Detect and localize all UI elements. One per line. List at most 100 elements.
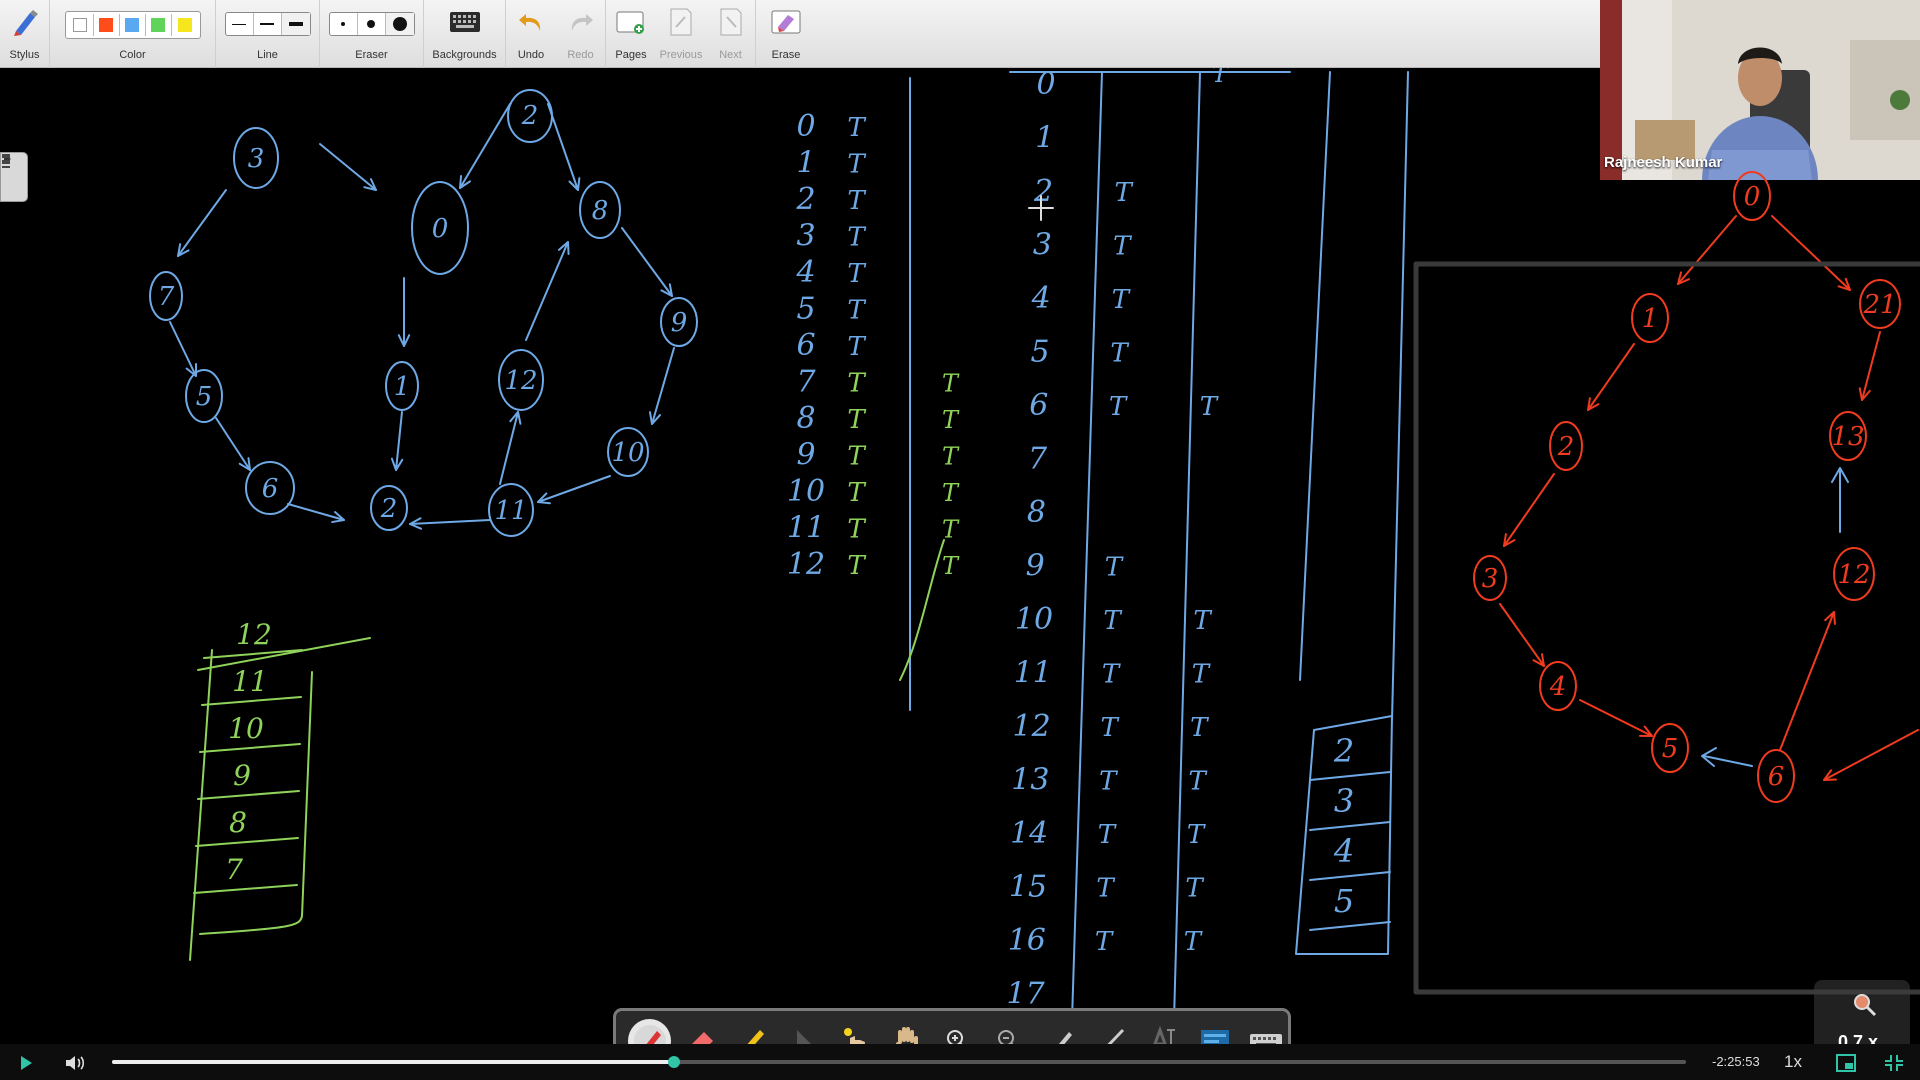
table1-index: 8: [796, 401, 815, 436]
color-swatches: [64, 11, 201, 39]
line-medium-option[interactable]: [254, 13, 282, 35]
backgrounds-button[interactable]: Backgrounds: [424, 0, 506, 68]
table2-index: 10: [1015, 602, 1053, 637]
blue-stack-diagram: 2 3 4 5: [1295, 715, 1393, 955]
time-remaining: -2:25:53: [1712, 1054, 1760, 1069]
blue-node-1-label: 1: [394, 372, 411, 402]
eraser-large-option[interactable]: [385, 13, 414, 35]
progress-slider[interactable]: [112, 1056, 1686, 1068]
undo-label: Undo: [517, 49, 545, 61]
whiteboard-toolbar: Stylus Color Line Eraser Backgrounds Und…: [0, 0, 1600, 68]
eraser-label: Eraser: [355, 49, 388, 61]
red-node-5-label: 5: [1662, 734, 1679, 764]
table1-mark1: T: [847, 405, 866, 435]
green-stack-item: 11: [232, 665, 268, 698]
eraser-size-options: [328, 12, 415, 36]
blue-node-2-label: 2: [380, 494, 398, 524]
exit-fullscreen-icon[interactable]: [1884, 1054, 1904, 1072]
blue-stack-divider: [1309, 821, 1391, 831]
line-thick-option[interactable]: [281, 13, 310, 35]
progress-handle[interactable]: [667, 1056, 680, 1068]
blue-node-9-label: 9: [671, 308, 688, 338]
blue-edge-12-8: [525, 241, 569, 341]
side-panel-toggle[interactable]: [0, 152, 28, 202]
red-node-0-label: 0: [1744, 182, 1761, 212]
red-edge-0-21: [1771, 215, 1851, 291]
green-stack-divider: [193, 884, 298, 894]
table1-index: 9: [796, 438, 815, 473]
whiteboard-canvas[interactable]: 3 0 7 8 1 5 12 9 6 2 11 10 2 0T1T2T3T4T5T6T7TT8TT9TT…: [0, 68, 1920, 1044]
blue-stack-item: 2: [1333, 732, 1354, 770]
blue-stack-item: 4: [1333, 832, 1354, 870]
table1-mark2: T: [942, 479, 960, 507]
red-edge-in-6: [1823, 729, 1919, 781]
color-swatch-orange[interactable]: [94, 14, 120, 36]
color-swatch-yellow[interactable]: [172, 14, 198, 36]
next-page-button[interactable]: Next: [706, 0, 756, 68]
line-thin-option[interactable]: [226, 13, 254, 35]
stylus-tool[interactable]: Stylus: [0, 0, 50, 68]
table2-mark1: T: [1115, 178, 1134, 208]
screen: Stylus Color Line Eraser Backgrounds Und…: [0, 0, 1920, 1080]
green-stack-divider: [199, 743, 301, 753]
table1-mark1: T: [847, 551, 866, 581]
color-swatch-green[interactable]: [146, 14, 172, 36]
red-node-2-label: 2: [1557, 432, 1575, 462]
table1-index: 5: [796, 292, 815, 327]
playback-speed-button[interactable]: 1x: [1784, 1052, 1802, 1072]
backgrounds-label: Backgrounds: [432, 49, 497, 61]
blue-node-11-label: 11: [494, 496, 527, 526]
blue-edge-2a: [459, 103, 511, 189]
play-icon[interactable]: [16, 1053, 36, 1073]
table2-mark1: T: [1103, 606, 1122, 636]
blue-node-7-label: 7: [158, 282, 175, 312]
volume-icon[interactable]: [63, 1053, 87, 1073]
green-stack-item: 8: [229, 806, 247, 839]
table2-index: 15: [1009, 870, 1047, 905]
table1-mark1: T: [847, 186, 866, 216]
red-edge-6-12: [1779, 611, 1835, 751]
table2-mark2: T: [1185, 874, 1204, 904]
red-node-3-label: 3: [1482, 564, 1499, 594]
table1-mark1: T: [847, 369, 866, 399]
pages-button[interactable]: Pages: [606, 0, 656, 68]
color-swatch-blue[interactable]: [120, 14, 146, 36]
redo-button[interactable]: Redo: [556, 0, 606, 68]
table2-mark1: T: [1098, 820, 1117, 850]
erase-label: Erase: [771, 49, 801, 61]
table1-mark2: T: [942, 370, 960, 398]
table2-mark2: T: [1190, 713, 1209, 743]
table2-index: 9: [1026, 549, 1045, 584]
color-swatch-white[interactable]: [68, 14, 94, 36]
green-stack-item: 12: [236, 618, 272, 651]
eraser-small-option[interactable]: [330, 13, 358, 35]
color-picker: Color: [50, 0, 216, 68]
red-edge-3-4: [1499, 603, 1545, 667]
table2-mark1: T: [1105, 553, 1124, 583]
table2-divider-4: [1391, 71, 1409, 721]
stylus-label: Stylus: [9, 49, 40, 61]
undo-button[interactable]: Undo: [506, 0, 556, 68]
red-node-1-label: 1: [1642, 304, 1659, 334]
previous-page-icon: [665, 6, 697, 38]
blue-edge-5-6: [215, 417, 251, 471]
blue-stack-divider: [1309, 771, 1391, 781]
picture-in-picture-icon[interactable]: [1836, 1054, 1856, 1072]
previous-page-button[interactable]: Previous: [656, 0, 706, 68]
erase-page-icon: [770, 6, 802, 38]
redo-label: Redo: [567, 49, 594, 61]
green-stack-item: 7: [225, 853, 243, 886]
red-edge-1-2: [1587, 343, 1635, 411]
eraser-size-picker: Eraser: [320, 0, 424, 68]
table2-index: 11: [1014, 656, 1052, 691]
table1-index: 3: [796, 219, 815, 254]
erase-all-button[interactable]: Erase: [756, 0, 816, 68]
green-stack-item: 9: [233, 759, 251, 792]
table2-index: 4: [1031, 281, 1051, 316]
eraser-medium-option[interactable]: [358, 13, 386, 35]
table2-mark1: T: [1099, 767, 1118, 797]
table2-index: 1: [1035, 121, 1054, 156]
blue-node-8-label: 8: [592, 196, 609, 226]
table2-mark1: T: [1113, 232, 1132, 262]
table1-index: 7: [796, 365, 816, 400]
